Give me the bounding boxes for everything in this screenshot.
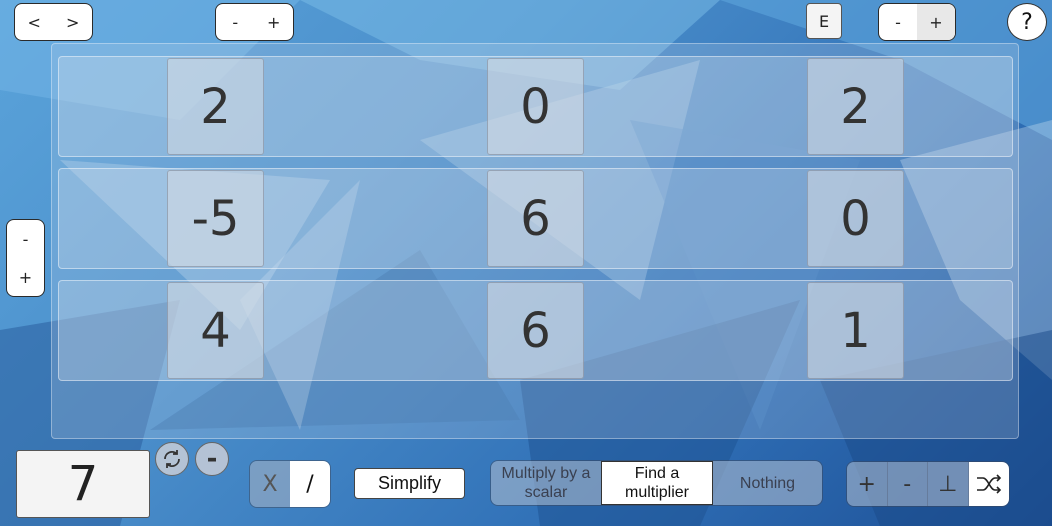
- matrix-panel: 2 0 2 -5 6 0 4 6 1: [51, 43, 1019, 439]
- matrix-cell[interactable]: 4: [167, 282, 264, 379]
- add-column-button[interactable]: +: [255, 4, 294, 40]
- matrix-row: 4 6 1: [58, 280, 1013, 381]
- matrix-cell[interactable]: 0: [487, 58, 584, 155]
- mode-selector: Multiply by a scalar Find a multiplier N…: [490, 460, 823, 506]
- prev-button[interactable]: <: [15, 4, 54, 40]
- row-operation-tools: + - ⊥: [846, 461, 1010, 507]
- matrix-cell[interactable]: 6: [487, 170, 584, 267]
- row-stepper: - +: [6, 219, 45, 297]
- negate-button[interactable]: -: [195, 442, 229, 476]
- nav-buttons: < >: [14, 3, 93, 41]
- help-button[interactable]: ?: [1007, 3, 1047, 41]
- column-stepper: - +: [215, 3, 294, 41]
- operation-toggle: X /: [249, 460, 331, 508]
- multiply-option[interactable]: X: [250, 461, 290, 507]
- add-row-button[interactable]: +: [7, 258, 44, 296]
- matrix-cell[interactable]: 2: [807, 58, 904, 155]
- mode-find-multiplier[interactable]: Find a multiplier: [601, 461, 713, 505]
- subtract-rows-button[interactable]: -: [887, 462, 928, 506]
- matrix-cell[interactable]: 1: [807, 282, 904, 379]
- size-plus-button[interactable]: +: [917, 4, 955, 40]
- scalar-input[interactable]: 7: [16, 450, 150, 518]
- perpendicular-button[interactable]: ⊥: [928, 462, 969, 506]
- simplify-button[interactable]: Simplify: [354, 468, 465, 499]
- mode-multiply-by-scalar[interactable]: Multiply by a scalar: [491, 461, 601, 505]
- remove-column-button[interactable]: -: [216, 4, 255, 40]
- size-minus-button[interactable]: -: [879, 4, 917, 40]
- e-button[interactable]: E: [806, 3, 842, 39]
- divide-option[interactable]: /: [290, 461, 330, 507]
- remove-row-button[interactable]: -: [7, 220, 44, 258]
- size-stepper: - +: [878, 3, 956, 41]
- matrix-cell[interactable]: 6: [487, 282, 584, 379]
- refresh-icon: [164, 450, 180, 468]
- refresh-button[interactable]: [155, 442, 189, 476]
- next-button[interactable]: >: [54, 4, 93, 40]
- shuffle-icon: [976, 474, 1001, 494]
- mode-nothing[interactable]: Nothing: [713, 461, 822, 505]
- matrix-cell[interactable]: 2: [167, 58, 264, 155]
- matrix-cell[interactable]: 0: [807, 170, 904, 267]
- matrix-row: 2 0 2: [58, 56, 1013, 157]
- add-rows-button[interactable]: +: [847, 462, 888, 506]
- matrix-cell[interactable]: -5: [167, 170, 264, 267]
- swap-rows-button[interactable]: [968, 462, 1009, 506]
- matrix-row: -5 6 0: [58, 168, 1013, 269]
